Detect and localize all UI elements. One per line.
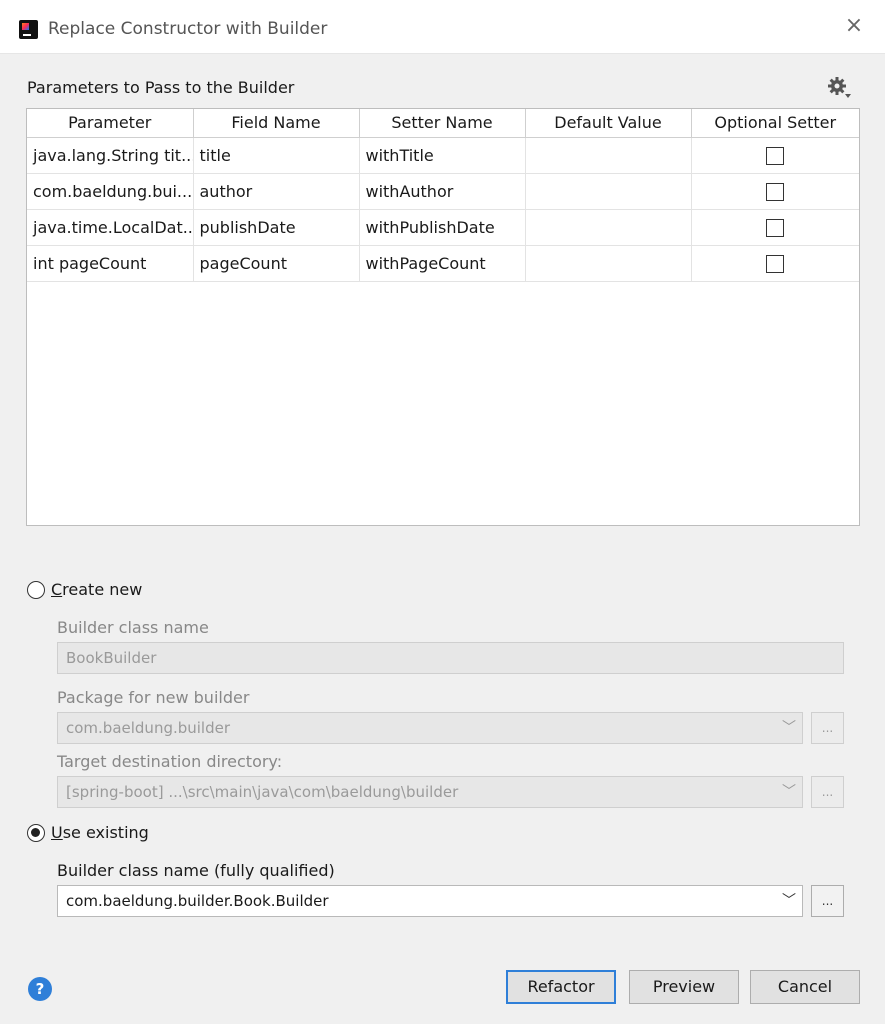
optional-setter-cell (691, 209, 859, 246)
chevron-down-icon: ﹀ (782, 720, 796, 736)
table-row[interactable]: java.lang.String tit... title withTitle (27, 137, 859, 174)
refactor-button[interactable]: Refactor (506, 970, 616, 1004)
create-new-radio[interactable] (27, 580, 45, 599)
column-header-parameter[interactable]: Parameter (27, 109, 194, 138)
setter-name-cell[interactable]: withTitle (359, 137, 526, 174)
chevron-down-icon: ﹀ (782, 784, 796, 800)
setter-name-cell[interactable]: withAuthor (359, 173, 526, 210)
chevron-down-icon: ﹀ (782, 893, 796, 909)
field-name-cell[interactable]: author (193, 173, 360, 210)
close-button[interactable]: × (843, 15, 865, 37)
target-directory-value: [spring-boot] ...\src\main\java\com\bael… (66, 783, 459, 801)
field-name-cell[interactable]: pageCount (193, 245, 360, 282)
field-name-cell[interactable]: publishDate (193, 209, 360, 246)
title-bar: Replace Constructor with Builder × (0, 0, 885, 54)
table-row[interactable]: com.baeldung.bui... author withAuthor (27, 173, 859, 210)
optional-setter-checkbox[interactable] (766, 254, 785, 273)
target-directory-label: Target destination directory: (57, 752, 283, 771)
cancel-button[interactable]: Cancel (750, 970, 860, 1004)
optional-setter-cell (691, 173, 859, 210)
column-header-optional-setter[interactable]: Optional Setter (691, 109, 859, 138)
optional-setter-cell (691, 245, 859, 282)
package-label: Package for new builder (57, 688, 250, 707)
create-new-option[interactable]: Create new (27, 580, 142, 599)
table-row[interactable]: int pageCount pageCount withPageCount (27, 245, 859, 282)
setter-name-cell[interactable]: withPageCount (359, 245, 526, 282)
optional-setter-checkbox[interactable] (766, 182, 785, 201)
parameter-cell[interactable]: int pageCount (27, 245, 194, 282)
builder-class-name-input[interactable]: BookBuilder (57, 642, 844, 674)
fully-qualified-builder-value: com.baeldung.builder.Book.Builder (66, 892, 329, 910)
column-header-default-value[interactable]: Default Value (525, 109, 692, 138)
setter-name-cell[interactable]: withPublishDate (359, 209, 526, 246)
parameter-cell[interactable]: java.time.LocalDat... (27, 209, 194, 246)
optional-setter-checkbox[interactable] (766, 146, 785, 165)
target-directory-dropdown[interactable]: [spring-boot] ...\src\main\java\com\bael… (57, 776, 803, 808)
table-row[interactable]: java.time.LocalDat... publishDate withPu… (27, 209, 859, 246)
parameters-table: Parameter Field Name Setter Name Default… (26, 108, 860, 526)
parameter-cell[interactable]: java.lang.String tit... (27, 137, 194, 174)
use-existing-option[interactable]: Use existing (27, 823, 149, 842)
builder-class-name-label: Builder class name (57, 618, 209, 637)
fully-qualified-builder-dropdown[interactable]: com.baeldung.builder.Book.Builder ﹀ (57, 885, 803, 917)
target-directory-browse-button[interactable]: ... (811, 776, 844, 808)
default-value-cell[interactable] (525, 209, 692, 246)
column-header-setter-name[interactable]: Setter Name (359, 109, 526, 138)
gear-icon[interactable] (826, 75, 852, 99)
parameters-section-title: Parameters to Pass to the Builder (27, 78, 295, 97)
use-existing-label: Use existing (51, 823, 149, 842)
intellij-icon (19, 20, 38, 39)
preview-button[interactable]: Preview (629, 970, 739, 1004)
package-browse-button[interactable]: ... (811, 712, 844, 744)
package-value: com.baeldung.builder (66, 719, 231, 737)
window-title: Replace Constructor with Builder (48, 19, 328, 39)
field-name-cell[interactable]: title (193, 137, 360, 174)
help-icon[interactable]: ? (28, 977, 52, 1001)
fully-qualified-builder-browse-button[interactable]: ... (811, 885, 844, 917)
default-value-cell[interactable] (525, 245, 692, 282)
optional-setter-checkbox[interactable] (766, 218, 785, 237)
default-value-cell[interactable] (525, 137, 692, 174)
package-dropdown[interactable]: com.baeldung.builder ﹀ (57, 712, 803, 744)
optional-setter-cell (691, 137, 859, 174)
default-value-cell[interactable] (525, 173, 692, 210)
fully-qualified-builder-label: Builder class name (fully qualified) (57, 861, 335, 880)
table-header-row: Parameter Field Name Setter Name Default… (27, 109, 859, 138)
use-existing-radio[interactable] (27, 823, 45, 842)
parameter-cell[interactable]: com.baeldung.bui... (27, 173, 194, 210)
create-new-label: Create new (51, 580, 143, 599)
column-header-field-name[interactable]: Field Name (193, 109, 360, 138)
